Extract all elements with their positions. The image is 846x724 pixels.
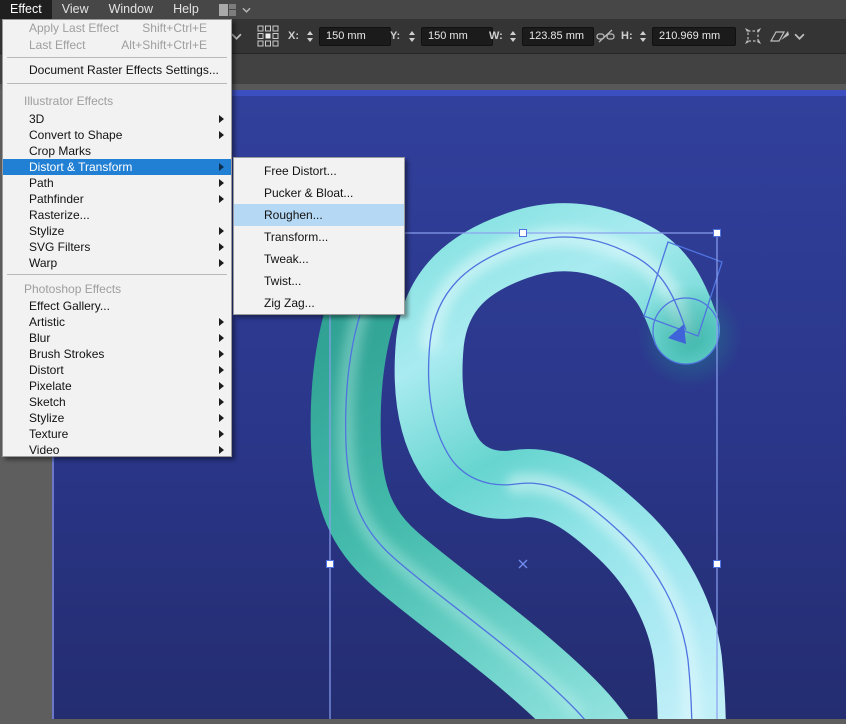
selection-handle-top-right[interactable] [713, 229, 721, 237]
submenu-arrow-icon [219, 227, 224, 235]
menu-item-crop-marks[interactable]: Crop Marks [3, 143, 231, 159]
menu-item-effect-gallery[interactable]: Effect Gallery... [3, 298, 231, 314]
y-input[interactable]: 150 mm [421, 26, 493, 46]
menu-separator [3, 54, 231, 61]
submenu-arrow-icon [219, 398, 224, 406]
x-label: X: [288, 30, 299, 42]
menu-item-texture[interactable]: Texture [3, 426, 231, 442]
menu-header-photoshop-effects: Photoshop Effects [24, 282, 122, 296]
menu-item-last-effect[interactable]: Last Effect Alt+Shift+Ctrl+E [3, 37, 231, 54]
submenu-arrow-icon [219, 350, 224, 358]
menu-item-stylize-ps[interactable]: Stylize [3, 410, 231, 426]
w-input[interactable]: 123.85 mm [522, 26, 594, 46]
submenu-item-transform[interactable]: Transform... [234, 226, 404, 248]
menu-item-rasterize[interactable]: Rasterize... [3, 207, 231, 223]
w-stepper[interactable] [506, 19, 519, 53]
submenu-arrow-icon [219, 334, 224, 342]
panel-collapse-chevron-icon[interactable] [231, 19, 242, 53]
workspace-switcher-icon[interactable] [218, 3, 236, 16]
illustrator-window: { "menubar": { "items": [ {"label": "Eff… [0, 0, 846, 724]
submenu-arrow-icon [219, 115, 224, 123]
menu-separator [3, 80, 231, 87]
menu-item-artistic[interactable]: Artistic [3, 314, 231, 330]
submenu-arrow-icon [219, 163, 224, 171]
selection-handle-right-middle[interactable] [713, 560, 721, 568]
menu-item-apply-last-effect[interactable]: Apply Last Effect Shift+Ctrl+E [3, 20, 231, 37]
submenu-item-twist[interactable]: Twist... [234, 270, 404, 292]
more-options-chevron-icon[interactable] [794, 19, 805, 53]
menu-header-illustrator-effects: Illustrator Effects [24, 94, 114, 108]
menu-item-video[interactable]: Video [3, 442, 231, 458]
submenu-arrow-icon [219, 382, 224, 390]
y-stepper[interactable] [405, 19, 418, 53]
menubar-item-view[interactable]: View [52, 0, 99, 19]
submenu-arrow-icon [219, 195, 224, 203]
menu-item-svg-filters[interactable]: SVG Filters [3, 239, 231, 255]
menubar-item-window[interactable]: Window [99, 0, 163, 19]
chevron-down-icon[interactable] [242, 7, 251, 13]
menu-item-3d[interactable]: 3D [3, 111, 231, 127]
selection-handle-left-middle[interactable] [326, 560, 334, 568]
reference-point-locator-icon[interactable] [257, 19, 279, 53]
menu-bar: Effect View Window Help [0, 0, 846, 19]
distort-transform-submenu: Free Distort... Pucker & Bloat... Roughe… [233, 157, 405, 315]
menu-item-distort-and-transform[interactable]: Distort & Transform [3, 159, 231, 175]
submenu-item-tweak[interactable]: Tweak... [234, 248, 404, 270]
submenu-item-pucker-and-bloat[interactable]: Pucker & Bloat... [234, 182, 404, 204]
free-transform-icon[interactable] [743, 19, 763, 53]
menu-item-pathfinder[interactable]: Pathfinder [3, 191, 231, 207]
constrain-proportions-broken-chain-icon[interactable] [596, 19, 615, 53]
submenu-arrow-icon [219, 446, 224, 454]
menu-item-document-raster-effects-settings[interactable]: Document Raster Effects Settings... [3, 61, 231, 80]
effect-menu: Apply Last Effect Shift+Ctrl+E Last Effec… [2, 19, 232, 457]
submenu-arrow-icon [219, 366, 224, 374]
menu-item-sketch[interactable]: Sketch [3, 394, 231, 410]
menubar-item-help[interactable]: Help [163, 0, 209, 19]
submenu-item-roughen[interactable]: Roughen... [234, 204, 404, 226]
menubar-item-effect[interactable]: Effect [0, 0, 52, 19]
h-input[interactable]: 210.969 mm [652, 26, 736, 46]
menu-item-stylize[interactable]: Stylize [3, 223, 231, 239]
h-stepper[interactable] [636, 19, 649, 53]
submenu-arrow-icon [219, 430, 224, 438]
submenu-arrow-icon [219, 414, 224, 422]
submenu-item-free-distort[interactable]: Free Distort... [234, 160, 404, 182]
selection-handle-top-center[interactable] [519, 229, 527, 237]
menu-item-brush-strokes[interactable]: Brush Strokes [3, 346, 231, 362]
x-input[interactable]: 150 mm [319, 26, 391, 46]
menu-item-pixelate[interactable]: Pixelate [3, 378, 231, 394]
menu-item-distort[interactable]: Distort [3, 362, 231, 378]
shear-tool-icon[interactable] [768, 19, 790, 53]
menu-item-blur[interactable]: Blur [3, 330, 231, 346]
submenu-arrow-icon [219, 259, 224, 267]
submenu-item-zig-zag[interactable]: Zig Zag... [234, 292, 404, 314]
x-stepper[interactable] [303, 19, 316, 53]
h-label: H: [621, 30, 633, 42]
y-label: Y: [390, 30, 401, 42]
submenu-arrow-icon [219, 243, 224, 251]
menu-item-path[interactable]: Path [3, 175, 231, 191]
menu-separator [3, 271, 231, 278]
submenu-arrow-icon [219, 179, 224, 187]
menu-item-warp[interactable]: Warp [3, 255, 231, 271]
menu-item-convert-to-shape[interactable]: Convert to Shape [3, 127, 231, 143]
submenu-arrow-icon [219, 318, 224, 326]
w-label: W: [489, 30, 503, 42]
submenu-arrow-icon [219, 131, 224, 139]
